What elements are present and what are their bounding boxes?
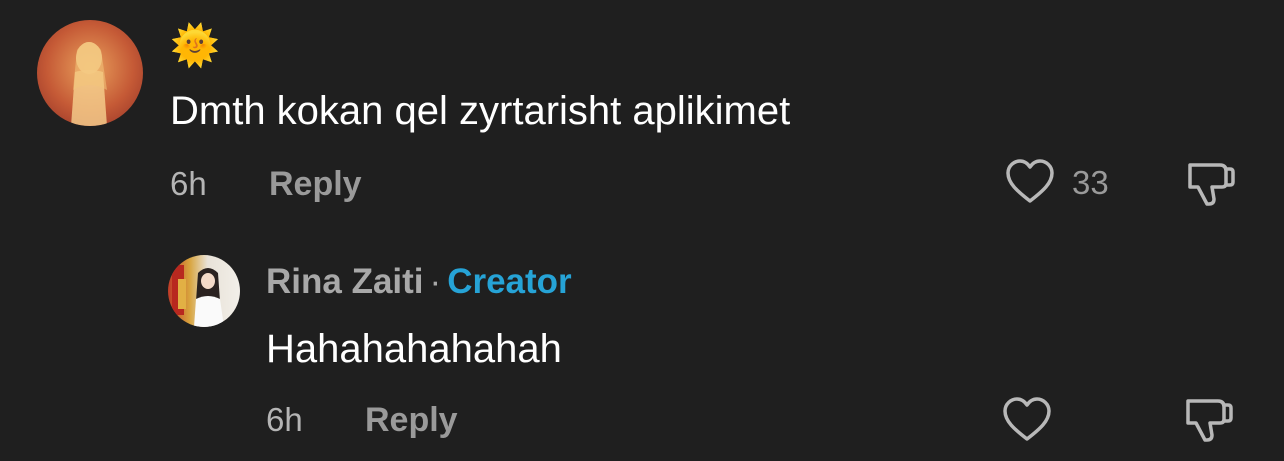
avatar-photo-icon xyxy=(172,265,224,327)
creator-badge: Creator xyxy=(447,262,572,301)
avatar-silhouette-icon xyxy=(71,42,107,126)
thumbs-down-outline-icon xyxy=(1188,163,1235,206)
like-count: 33 xyxy=(1072,164,1109,201)
reply-button[interactable]: Reply xyxy=(269,164,362,204)
dislike-button[interactable] xyxy=(1186,161,1236,207)
reply-button[interactable]: Reply xyxy=(365,400,458,440)
heart-outline-icon xyxy=(1006,159,1054,203)
commenter-username[interactable]: 🌞 xyxy=(170,22,220,70)
replier-username[interactable]: Rina Zaiti xyxy=(266,262,424,301)
username-separator: · xyxy=(429,262,442,301)
reply-text: Hahahahahahah xyxy=(266,327,562,371)
replier-avatar[interactable] xyxy=(168,255,240,327)
heart-outline-icon xyxy=(1003,397,1051,441)
thumbs-down-outline-icon xyxy=(1186,399,1233,442)
commenter-avatar[interactable] xyxy=(37,20,143,126)
reply-timestamp: 6h xyxy=(266,401,303,438)
comment-timestamp: 6h xyxy=(170,165,207,202)
like-button[interactable] xyxy=(1005,159,1055,205)
like-button[interactable] xyxy=(1002,397,1052,443)
comment-text: Dmth kokan qel zyrtarisht aplikimet xyxy=(170,89,791,133)
dislike-button[interactable] xyxy=(1184,397,1234,443)
replier-username-line: Rina Zaiti · Creator xyxy=(266,261,572,303)
